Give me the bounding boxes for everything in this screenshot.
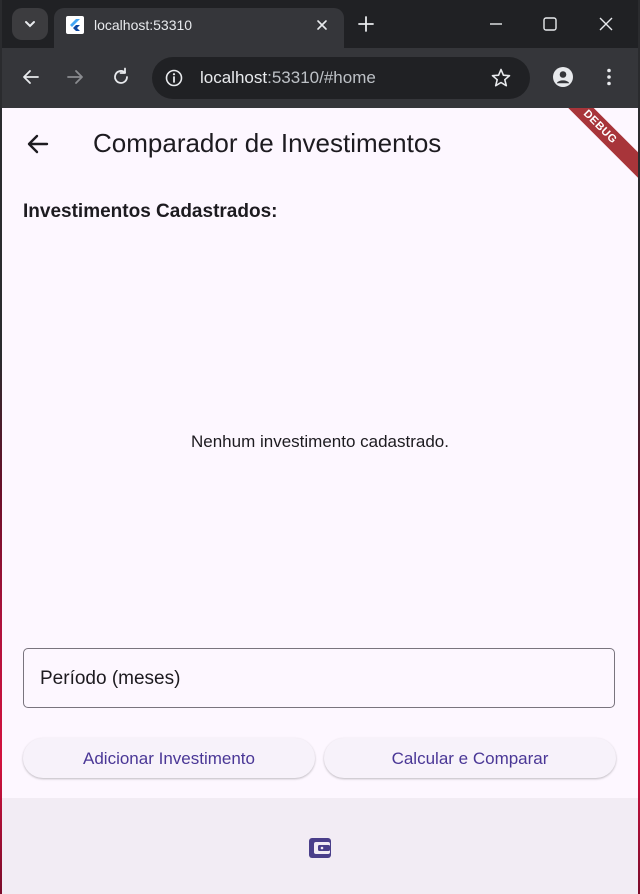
url-host: localhost	[200, 68, 268, 87]
period-field[interactable]	[23, 648, 615, 708]
tab-search-button[interactable]	[12, 8, 48, 40]
site-info-icon[interactable]	[164, 68, 184, 88]
reload-icon[interactable]	[110, 66, 132, 88]
profile-icon[interactable]	[552, 66, 574, 88]
period-input[interactable]	[38, 663, 602, 695]
empty-state-message: Nenhum investimento cadastrado.	[191, 432, 449, 451]
calculate-compare-button[interactable]: Calcular e Comparar	[324, 738, 616, 778]
tab-strip: localhost:53310	[2, 0, 638, 48]
browser-window: localhost:53310 localhost:53310/#home Co…	[2, 0, 638, 894]
back-arrow-icon[interactable]	[20, 66, 42, 88]
flutter-favicon-icon	[66, 16, 84, 34]
more-vert-icon[interactable]	[598, 66, 620, 88]
page-title: Comparador de Investimentos	[93, 128, 442, 158]
url-text: localhost:53310/#home	[200, 68, 376, 88]
app-bar: Comparador de Investimentos	[2, 108, 638, 176]
star-icon[interactable]	[490, 67, 512, 89]
plus-icon[interactable]	[356, 14, 376, 34]
add-investment-button[interactable]: Adicionar Investimento	[23, 738, 315, 778]
maximize-icon[interactable]	[540, 14, 560, 34]
minimize-icon[interactable]	[486, 14, 506, 34]
address-bar[interactable]: localhost:53310/#home	[152, 57, 530, 99]
wallet-icon[interactable]	[308, 836, 332, 860]
back-arrow-icon[interactable]	[24, 130, 52, 158]
section-title: Investimentos Cadastrados:	[23, 201, 278, 222]
chevron-down-icon	[25, 21, 35, 28]
browser-toolbar: localhost:53310/#home	[2, 48, 638, 108]
app-viewport: Comparador de Investimentos DEBUG Invest…	[2, 108, 638, 894]
close-icon[interactable]	[314, 17, 330, 33]
url-path: :53310/#home	[267, 68, 376, 87]
active-tab[interactable]: localhost:53310	[54, 8, 344, 48]
forward-arrow-icon[interactable]	[64, 66, 86, 88]
window-close-icon[interactable]	[596, 14, 616, 34]
tab-title: localhost:53310	[94, 17, 193, 33]
bottom-navigation-bar	[2, 798, 638, 894]
